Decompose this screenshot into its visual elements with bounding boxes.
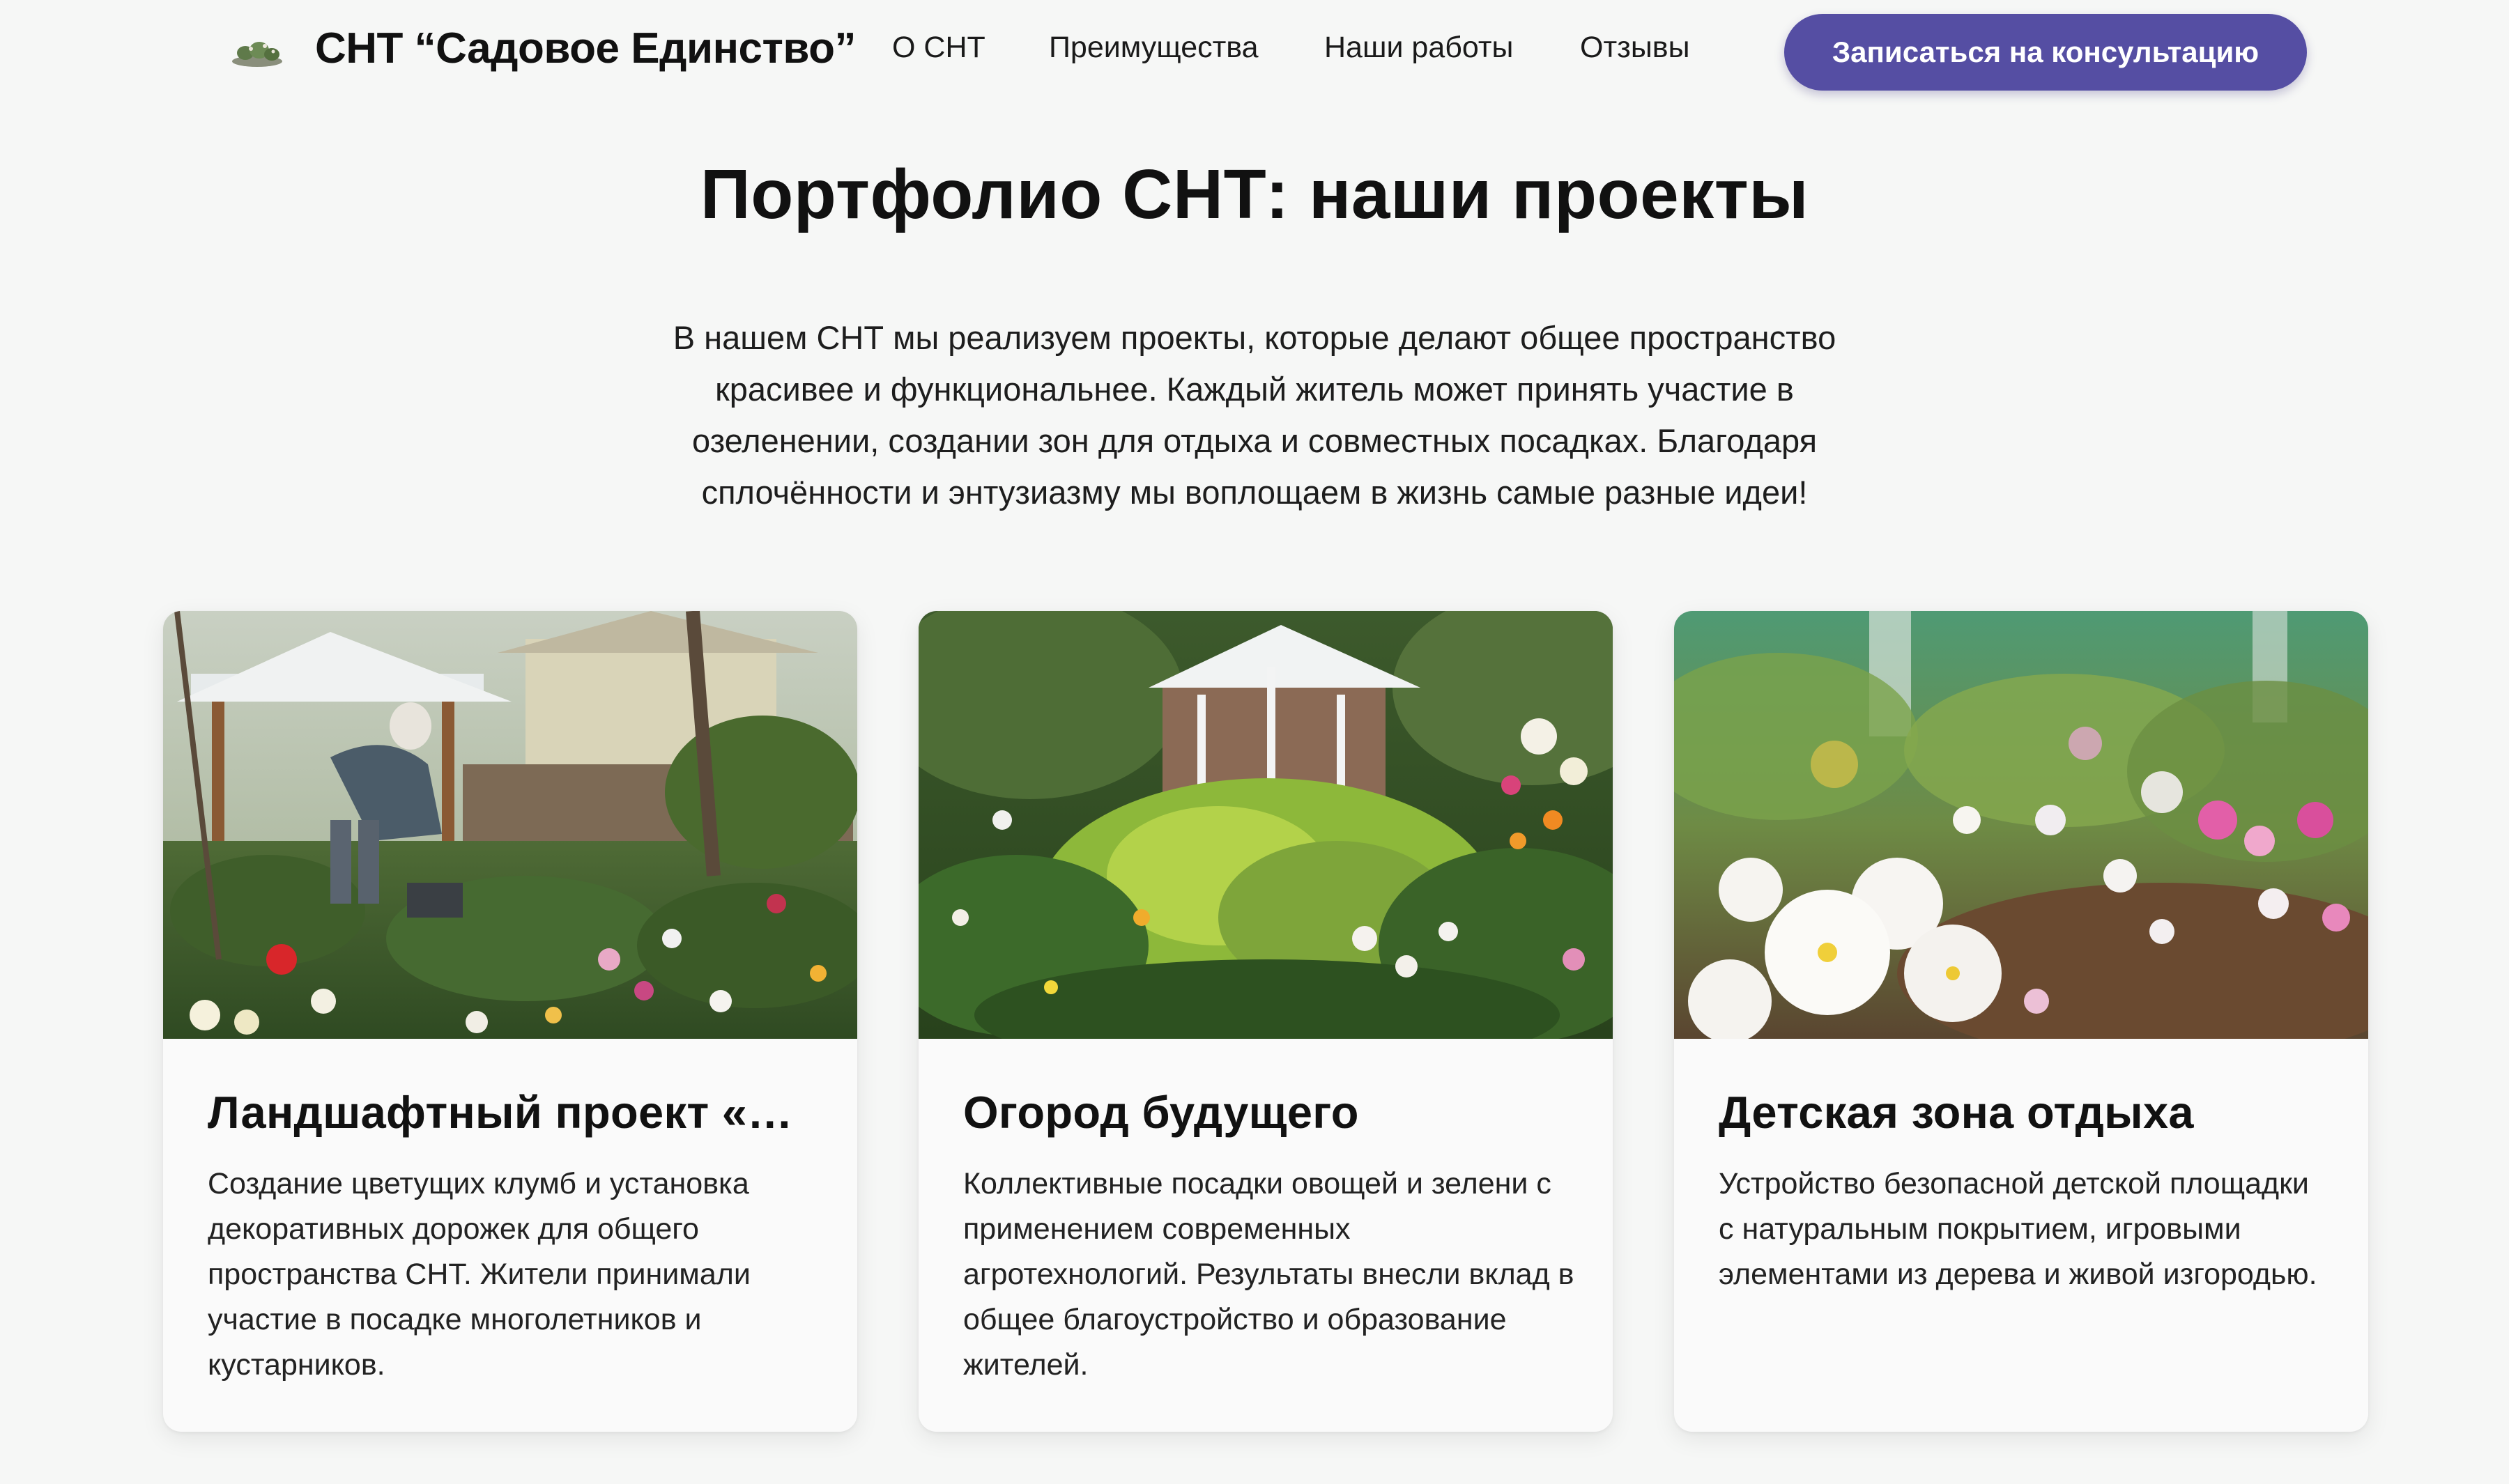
project-card-garden[interactable]: Огород будущего Коллективные посадки ово…	[919, 611, 1613, 1432]
garden-logo-icon[interactable]	[230, 36, 284, 68]
project-title: Ландшафтный проект «…	[208, 1087, 793, 1138]
page-title: Портфолио СНТ: наши проекты	[700, 155, 1809, 233]
project-title: Огород будущего	[963, 1087, 1359, 1138]
nav-link-works[interactable]: Наши работы	[1324, 31, 1513, 65]
project-image-garden	[919, 611, 1613, 1039]
project-description: Создание цветущих клумб и установка деко…	[208, 1167, 751, 1382]
nav-link-reviews[interactable]: Отзывы	[1580, 31, 1690, 65]
intro-text: В нашем СНТ мы реализуем проекты, которы…	[673, 319, 1836, 511]
project-image-kids-zone	[1674, 611, 2368, 1039]
project-card-landscape[interactable]: Ландшафтный проект «… Создание цветущих …	[163, 611, 857, 1432]
project-image-landscape	[163, 611, 857, 1039]
site-header: СНТ “Садовое Единство” О СНТ Преимуществ…	[0, 0, 2509, 101]
project-description: Коллективные посадки овощей и зелени с п…	[963, 1167, 1574, 1382]
consultation-button[interactable]: Записаться на консультацию	[1784, 14, 2307, 91]
project-description: Устройство безопасной детской площадки с…	[1719, 1167, 2317, 1291]
project-title: Детская зона отдыха	[1719, 1087, 2194, 1138]
brand-name[interactable]: СНТ “Садовое Единство”	[315, 24, 857, 73]
nav-link-advantages[interactable]: Преимущества	[1049, 31, 1259, 65]
project-card-kids-zone[interactable]: Детская зона отдыха Устройство безопасно…	[1674, 611, 2368, 1432]
nav-link-about[interactable]: О СНТ	[892, 31, 985, 65]
